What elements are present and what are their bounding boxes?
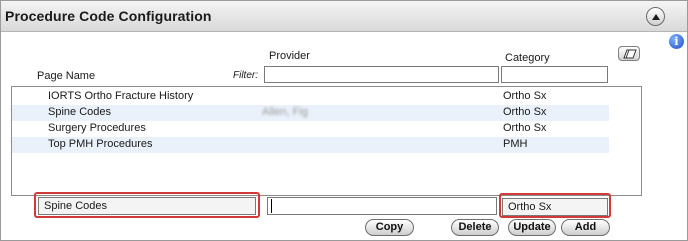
page-name-field[interactable]: Spine Codes [38, 197, 256, 215]
chevron-up-icon [652, 14, 660, 20]
page-name-cell: Top PMH Procedures [48, 138, 153, 150]
filter-label: Filter: [233, 70, 258, 81]
category-filter-input[interactable] [501, 66, 608, 83]
text-caret [271, 199, 272, 213]
panel-title: Procedure Code Configuration [5, 8, 212, 24]
copy-button[interactable]: Copy [365, 219, 414, 236]
info-icon[interactable]: i [669, 34, 684, 49]
category-cell: Ortho Sx [503, 106, 547, 118]
update-button[interactable]: Update [508, 219, 556, 236]
category-column-header: Category [505, 52, 550, 64]
procedure-list[interactable]: IORTS Ortho Fracture History Ortho Sx Sp… [11, 86, 642, 196]
category-cell: PMH [503, 138, 528, 150]
add-button[interactable]: Add [561, 219, 610, 236]
category-cell: Ortho Sx [503, 122, 547, 134]
page-name-column-header: Page Name [37, 70, 96, 82]
provider-cell: Allen, Fig [262, 106, 308, 118]
page-name-cell: Spine Codes [48, 106, 111, 118]
category-field[interactable]: Ortho Sx [502, 198, 608, 216]
eraser-icon [623, 49, 637, 59]
page-name-cell: IORTS Ortho Fracture History [48, 90, 194, 102]
provider-filter-input[interactable] [264, 66, 499, 83]
collapse-button[interactable] [646, 7, 665, 26]
page-name-cell: Surgery Procedures [48, 122, 146, 134]
panel-header: Procedure Code Configuration [1, 1, 687, 32]
table-row[interactable]: Spine Codes Allen, Fig Ortho Sx [12, 105, 609, 121]
provider-field[interactable] [267, 197, 497, 215]
table-row[interactable]: Surgery Procedures Ortho Sx [12, 121, 609, 137]
table-row[interactable]: IORTS Ortho Fracture History Ortho Sx [12, 89, 609, 105]
provider-column-header: Provider [269, 50, 310, 62]
clear-filter-button[interactable] [618, 46, 640, 61]
table-row[interactable]: Top PMH Procedures PMH [12, 137, 609, 153]
category-cell: Ortho Sx [503, 90, 547, 102]
procedure-code-panel: Procedure Code Configuration i Provider … [0, 0, 688, 241]
delete-button[interactable]: Delete [451, 219, 499, 236]
